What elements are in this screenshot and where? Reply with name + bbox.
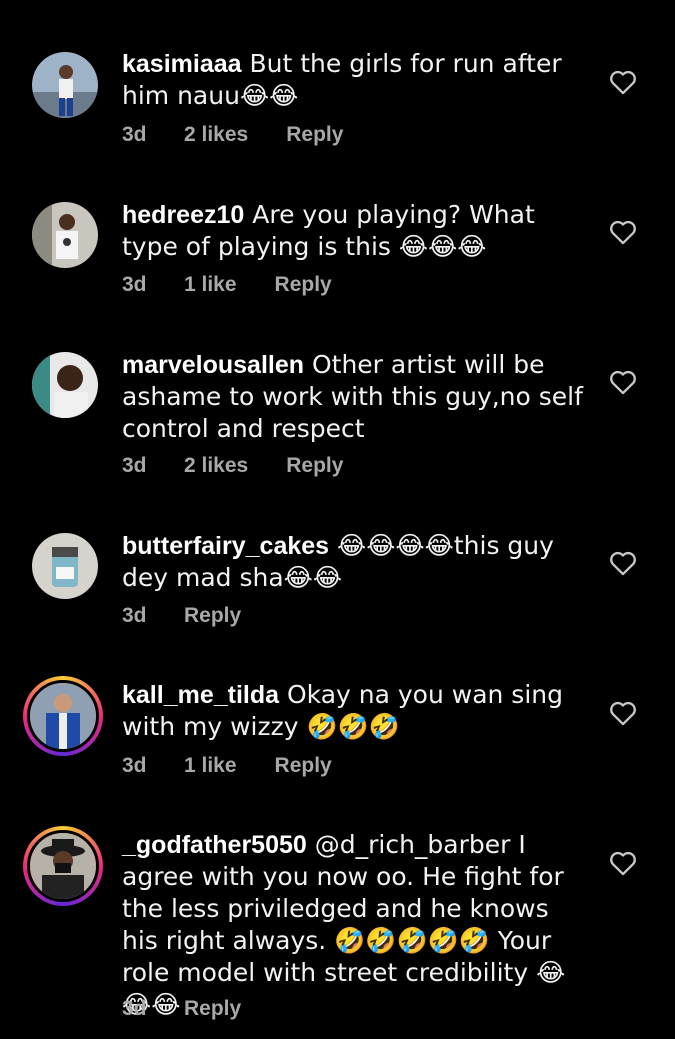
avatar-image	[27, 680, 99, 752]
comment-meta: 3d Reply	[122, 604, 241, 628]
heart-outline-icon[interactable]	[609, 369, 637, 395]
reply-button[interactable]: Reply	[286, 123, 343, 147]
comment-text: butterfairy_cakes 😂😂😂😂this guy dey mad s…	[122, 530, 592, 594]
avatar-image	[27, 830, 99, 902]
comment-text: _godfather5050 @d_rich_barber I agree wi…	[122, 829, 592, 1021]
comment-text: hedreez10 Are you playing? What type of …	[122, 199, 592, 263]
avatar[interactable]	[32, 352, 98, 418]
comment-username[interactable]: butterfairy_cakes	[122, 532, 329, 560]
reply-button[interactable]: Reply	[184, 604, 241, 628]
comment-meta: 3d 2 likes Reply	[122, 123, 343, 147]
heart-outline-icon[interactable]	[609, 550, 637, 576]
comment-likes[interactable]: 2 likes	[184, 454, 248, 478]
comment-likes[interactable]: 2 likes	[184, 123, 248, 147]
avatar[interactable]	[23, 676, 103, 756]
comment-username[interactable]: marvelousallen	[122, 351, 304, 379]
comment-meta: 3d 1 like Reply	[122, 754, 332, 778]
comment-meta: 3d 2 likes Reply	[122, 454, 343, 478]
comment-time: 3d	[122, 754, 147, 777]
comment-username[interactable]: kall_me_tilda	[122, 681, 279, 709]
comment-text: marvelousallen Other artist will be asha…	[122, 349, 592, 445]
comment-likes[interactable]: 1 like	[184, 754, 237, 778]
heart-outline-icon[interactable]	[609, 700, 637, 726]
reply-button[interactable]: Reply	[275, 754, 332, 778]
comment-text: kasimiaaa But the girls for run after hi…	[122, 48, 592, 112]
comment-text: kall_me_tilda Okay na you wan sing with …	[122, 679, 592, 743]
comment-time: 3d	[122, 604, 147, 627]
reply-button[interactable]: Reply	[286, 454, 343, 478]
comment-time: 3d	[122, 454, 147, 477]
heart-outline-icon[interactable]	[609, 850, 637, 876]
heart-outline-icon[interactable]	[609, 69, 637, 95]
comment-time: 3d	[122, 997, 147, 1020]
comment-time: 3d	[122, 273, 147, 296]
comment-username[interactable]: hedreez10	[122, 201, 244, 229]
heart-outline-icon[interactable]	[609, 219, 637, 245]
comment-username[interactable]: _godfather5050	[122, 831, 307, 859]
avatar[interactable]	[32, 202, 98, 268]
comment-meta: 3d 1 like Reply	[122, 273, 332, 297]
comment-likes[interactable]: 1 like	[184, 273, 237, 297]
avatar[interactable]	[32, 533, 98, 599]
comment-username[interactable]: kasimiaaa	[122, 50, 242, 78]
reply-button[interactable]: Reply	[275, 273, 332, 297]
comment-meta: 3d Reply	[122, 997, 241, 1021]
avatar[interactable]	[32, 52, 98, 118]
avatar[interactable]	[23, 826, 103, 906]
reply-button[interactable]: Reply	[184, 997, 241, 1021]
comment-time: 3d	[122, 123, 147, 146]
